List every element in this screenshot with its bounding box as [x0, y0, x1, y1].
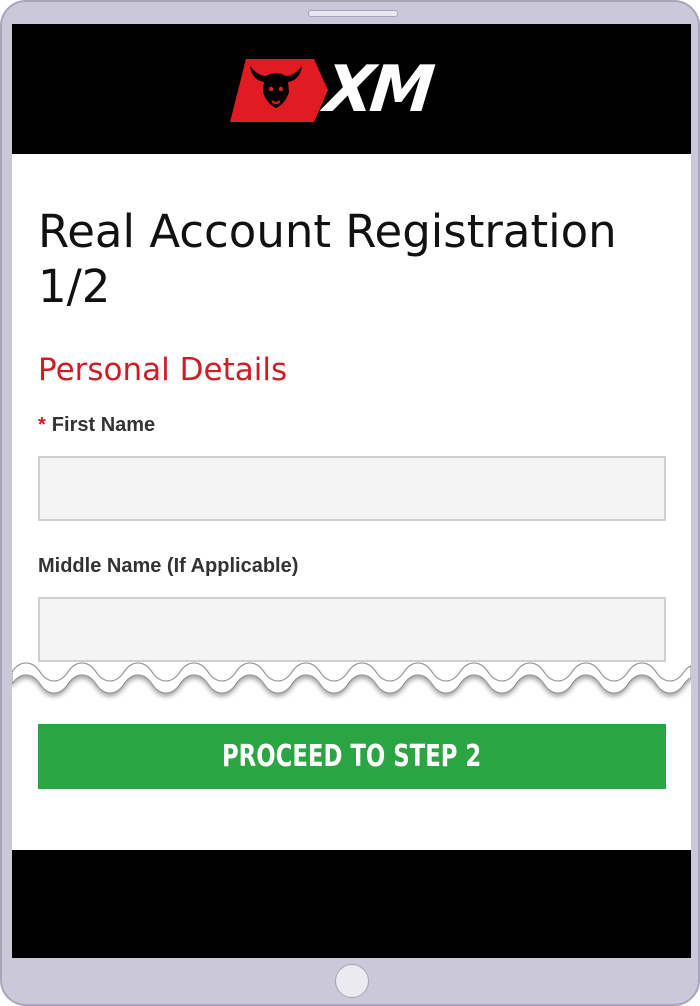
bull-logo-icon [230, 59, 328, 122]
tablet-frame: XM Real Account Registration 1/2 Persona… [0, 0, 700, 1006]
page-title: Real Account Registration 1/2 [38, 205, 617, 313]
first-name-label: * First Name [38, 413, 155, 437]
proceed-button-label: PROCEED TO STEP 2 [222, 739, 482, 774]
speaker-slot [308, 10, 398, 17]
required-marker: * [38, 414, 46, 436]
xm-logo[interactable]: XM [230, 53, 475, 127]
logo-wordmark: XM [321, 53, 434, 127]
torn-edge-divider [12, 662, 691, 694]
proceed-to-step-2-button[interactable]: PROCEED TO STEP 2 [38, 724, 666, 789]
footer-bar [12, 850, 691, 958]
screen: XM Real Account Registration 1/2 Persona… [12, 24, 691, 958]
first-name-input[interactable] [38, 456, 666, 521]
first-name-label-text: First Name [51, 414, 156, 436]
middle-name-label: Middle Name (If Applicable) [38, 554, 298, 578]
section-title: Personal Details [38, 352, 288, 388]
header-bar: XM [12, 24, 691, 154]
middle-name-label-text: Middle Name (If Applicable) [38, 555, 299, 577]
home-button[interactable] [335, 964, 369, 998]
